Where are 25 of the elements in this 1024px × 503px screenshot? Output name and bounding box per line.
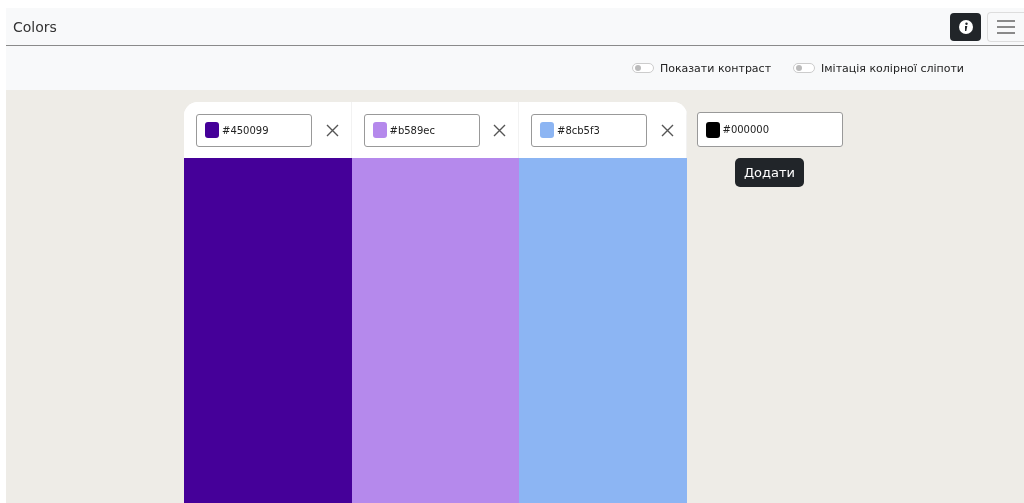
close-icon [493,123,506,137]
add-button[interactable]: Додати [734,158,805,187]
info-button[interactable] [950,12,981,41]
hex-value: #b589ec [389,124,435,136]
toggle-switch[interactable] [631,63,654,73]
close-icon [660,123,674,137]
toggle-switch[interactable] [793,63,816,73]
color-swatch[interactable] [705,121,720,138]
color-field[interactable]: #450099 [196,113,312,147]
toggle-label: Показати контраст [659,61,772,75]
color-swatch[interactable] [205,122,219,138]
hex-value: #450099 [222,124,269,136]
color-field[interactable]: #8cb5f3 [531,113,647,147]
menu-icon [997,19,1015,34]
app-title: Colors [13,18,58,35]
color-swatch[interactable] [372,122,387,138]
hex-value: #8cb5f3 [557,124,600,136]
hex-value: #000000 [722,124,770,135]
toggle-label: Імітація колірної сліпоти [821,61,964,75]
color-field[interactable]: #000000 [696,112,843,147]
color-swatch[interactable] [540,122,554,138]
color-field[interactable]: #b589ec [363,113,480,147]
info-icon [958,19,973,34]
menu-button[interactable] [987,11,1024,42]
close-icon [325,123,339,137]
